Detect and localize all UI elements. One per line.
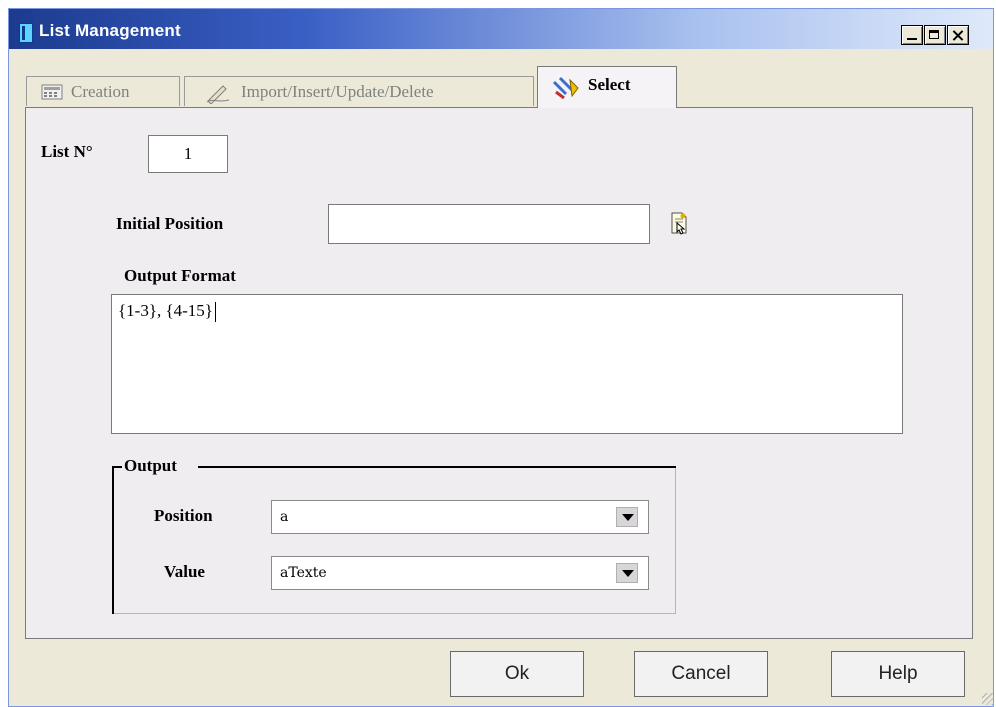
list-no-label: List N° xyxy=(41,142,93,161)
initial-position-input[interactable] xyxy=(328,204,650,244)
tab-import-label: Import/Insert/Update/Delete xyxy=(241,82,434,101)
calculator-icon xyxy=(41,84,63,100)
maximize-button[interactable] xyxy=(924,25,946,45)
list-no-field[interactable]: 1 xyxy=(148,135,228,173)
tab-creation-label: Creation xyxy=(71,82,130,101)
tab-creation[interactable]: Creation xyxy=(26,76,180,106)
tab-select-label: Select xyxy=(588,75,631,94)
window-title: List Management xyxy=(39,21,181,40)
value-dropdown-arrow-icon[interactable] xyxy=(616,563,638,583)
initial-position-label: Initial Position xyxy=(116,214,224,233)
group-border-top-left xyxy=(112,466,122,468)
position-select[interactable]: a xyxy=(271,500,649,534)
output-format-text: {1-3}, {4-15} xyxy=(118,301,213,320)
resize-grip-icon[interactable] xyxy=(982,693,994,705)
close-button[interactable] xyxy=(947,25,969,45)
position-select-value: a xyxy=(280,509,289,525)
app-icon xyxy=(19,23,33,43)
value-select-value: aTexte xyxy=(280,565,327,581)
value-label: Value xyxy=(164,562,205,581)
output-group-label: Output xyxy=(124,456,177,475)
position-label: Position xyxy=(154,506,213,525)
document-picker-icon[interactable] xyxy=(669,211,689,235)
select-tab-panel: List N° 1 Initial Position Output Format… xyxy=(25,107,973,639)
title-bar[interactable]: List Management xyxy=(9,9,993,49)
group-border-top-right xyxy=(198,466,676,468)
tab-import-insert-update-delete[interactable]: Import/Insert/Update/Delete xyxy=(184,76,534,106)
output-format-label: Output Format xyxy=(124,266,236,285)
output-format-textarea[interactable]: {1-3}, {4-15} xyxy=(111,294,903,434)
help-button[interactable]: Help xyxy=(831,651,965,697)
position-dropdown-arrow-icon[interactable] xyxy=(616,507,638,527)
cancel-button[interactable]: Cancel xyxy=(634,651,768,697)
select-tools-icon xyxy=(552,76,579,100)
text-caret xyxy=(214,302,216,323)
output-groupbox: Output Position a Value aTexte xyxy=(112,456,676,614)
pen-icon xyxy=(206,85,230,104)
group-border-left xyxy=(112,466,114,614)
tab-select[interactable]: Select xyxy=(537,66,677,108)
value-select[interactable]: aTexte xyxy=(271,556,649,590)
ok-button[interactable]: Ok xyxy=(450,651,584,697)
minimize-button[interactable] xyxy=(901,25,923,45)
